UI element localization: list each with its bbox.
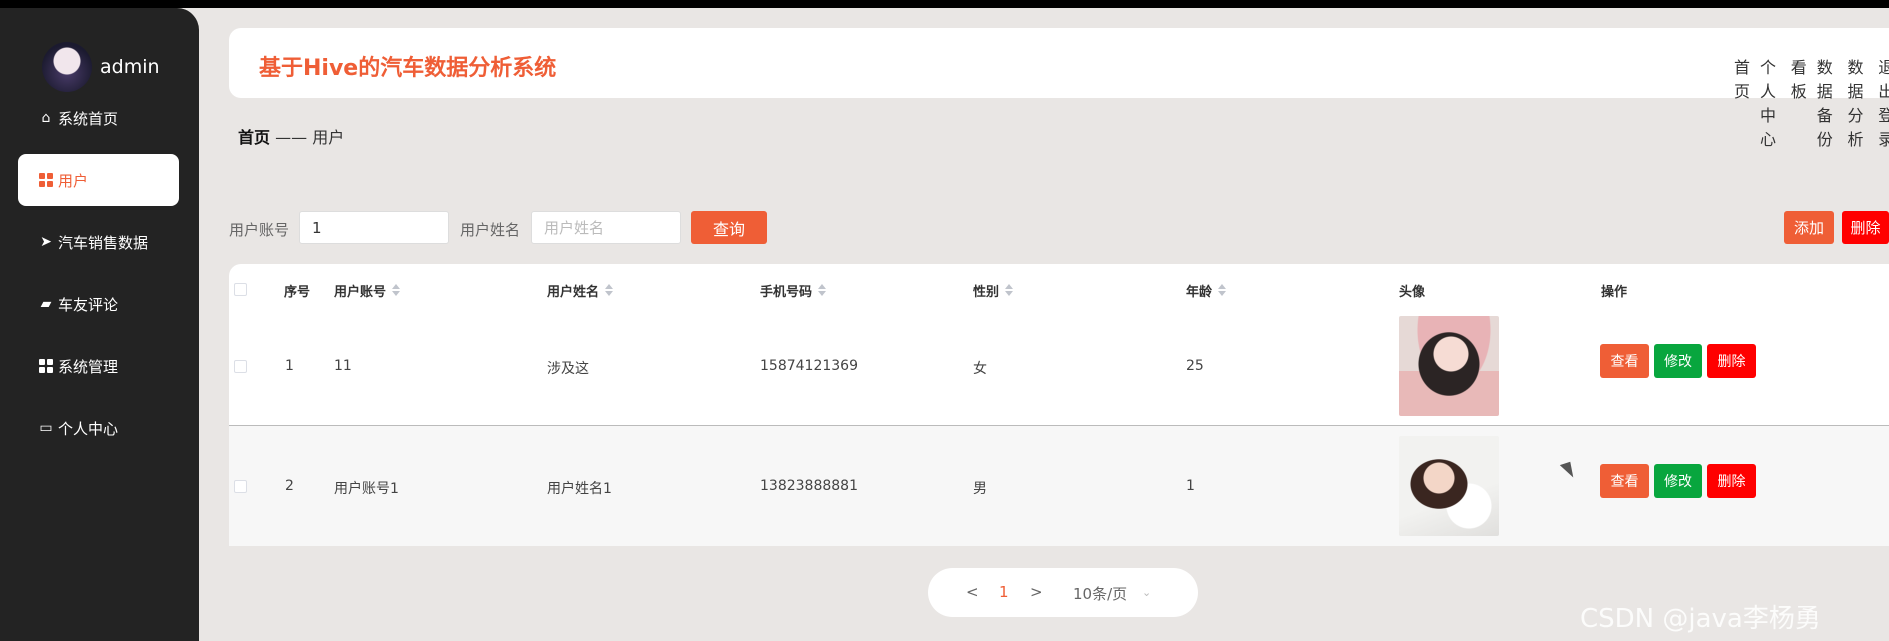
home-icon: ⌂ <box>41 110 51 126</box>
cell-gender: 男 <box>973 481 987 497</box>
nav-analysis[interactable]: 数据分析 <box>1848 54 1869 150</box>
sort-icon[interactable] <box>818 284 827 296</box>
sidebar-item-profile[interactable]: ▭ 个人中心 <box>18 402 179 454</box>
sort-icon[interactable] <box>605 284 614 296</box>
col-avatar: 头像 <box>1399 284 1426 300</box>
account-label: 用户账号 <box>229 221 290 239</box>
prev-page-button[interactable]: < <box>966 583 979 601</box>
avatar[interactable] <box>42 42 92 92</box>
view-button[interactable]: 查看 <box>1600 464 1649 498</box>
nav-logout[interactable]: 退出登录 <box>1878 54 1889 150</box>
next-page-button[interactable]: > <box>1030 583 1043 601</box>
breadcrumb: 首页 —— 用户 <box>238 124 344 148</box>
table-row: 1 11 涉及这 15874121369 女 25 查看 修改 删除 <box>229 306 1889 426</box>
cell-age: 25 <box>1186 358 1204 374</box>
select-all-checkbox[interactable] <box>234 283 247 296</box>
delete-button[interactable]: 删除 <box>1707 464 1756 498</box>
sidebar-item-label: 系统首页 <box>58 109 119 128</box>
sidebar-item-car-sales[interactable]: ➤ 汽车销售数据 <box>18 216 179 268</box>
sidebar-item-users[interactable]: 用户 <box>18 154 179 206</box>
col-gender[interactable]: 性别 <box>973 278 1014 302</box>
sidebar-item-label: 系统管理 <box>58 357 119 376</box>
row-checkbox[interactable] <box>234 480 247 493</box>
sort-icon[interactable] <box>1218 284 1227 296</box>
sort-icon[interactable] <box>1005 284 1014 296</box>
header: 基于Hive的汽车数据分析系统 首页 个人中心 看板 数据备份 数据分析 退出登… <box>229 28 1889 149</box>
account-input[interactable] <box>299 211 449 244</box>
sidebar-item-label: 用户 <box>58 171 89 190</box>
watermark: CSDN @java李杨勇 <box>1580 604 1821 634</box>
col-age[interactable]: 年龄 <box>1186 278 1227 302</box>
col-phone[interactable]: 手机号码 <box>760 278 827 302</box>
username: admin <box>100 56 160 78</box>
sidebar: admin ⌂ 系统首页 用户 ➤ 汽车销售数据 ▰ 车友评论 系统管理 ▭ 个… <box>0 8 199 641</box>
cell-account: 用户账号1 <box>334 481 399 497</box>
sidebar-item-label: 汽车销售数据 <box>58 233 149 252</box>
nav-profile[interactable]: 个人中心 <box>1760 54 1781 150</box>
top-nav: 首页 个人中心 看板 数据备份 数据分析 退出登录 <box>1734 54 1889 150</box>
edit-button[interactable]: 修改 <box>1654 464 1702 498</box>
view-button[interactable]: 查看 <box>1600 344 1649 378</box>
breadcrumb-home[interactable]: 首页 <box>238 128 270 147</box>
paper-plane-icon: ➤ <box>40 234 52 250</box>
col-name[interactable]: 用户姓名 <box>547 278 614 302</box>
cell-name: 用户姓名1 <box>547 481 612 497</box>
sidebar-item-label: 个人中心 <box>58 419 119 438</box>
cell-name: 涉及这 <box>547 361 589 377</box>
add-button[interactable]: 添加 <box>1784 211 1834 244</box>
pagination: < 1 > 10条/页 ⌄ <box>928 568 1198 617</box>
app: admin ⌂ 系统首页 用户 ➤ 汽车销售数据 ▰ 车友评论 系统管理 ▭ 个… <box>0 8 1889 641</box>
cell-index: 2 <box>285 478 294 494</box>
nav-backup[interactable]: 数据备份 <box>1817 54 1838 150</box>
page-size-select[interactable]: 10条/页 <box>1073 583 1127 604</box>
col-actions: 操作 <box>1601 284 1628 300</box>
cell-account: 11 <box>334 358 352 374</box>
breadcrumb-separator: —— <box>275 128 308 147</box>
user-avatar-image[interactable] <box>1399 436 1499 536</box>
name-label: 用户姓名 <box>460 221 521 239</box>
row-checkbox[interactable] <box>234 360 247 373</box>
table-row: 2 用户账号1 用户姓名1 13823888881 男 1 查看 修改 删除 <box>229 426 1889 546</box>
delete-button[interactable]: 删除 <box>1707 344 1756 378</box>
col-index: 序号 <box>284 284 311 300</box>
user-table: 序号 用户账号 用户姓名 手机号码 性别 年龄 头像 操作 1 11 涉及这 1… <box>229 264 1889 546</box>
grid-icon <box>37 357 55 375</box>
sidebar-item-system[interactable]: 系统管理 <box>18 340 179 392</box>
edit-button[interactable]: 修改 <box>1654 344 1702 378</box>
col-account[interactable]: 用户账号 <box>334 278 401 302</box>
sort-icon[interactable] <box>392 284 401 296</box>
breadcrumb-current: 用户 <box>312 128 345 147</box>
wallet-icon: ▭ <box>39 420 53 436</box>
cell-gender: 女 <box>973 361 987 377</box>
nav-dashboard[interactable]: 看板 <box>1791 54 1807 150</box>
sidebar-item-label: 车友评论 <box>58 295 119 314</box>
sidebar-item-comments[interactable]: ▰ 车友评论 <box>18 278 179 330</box>
current-page[interactable]: 1 <box>999 583 1009 601</box>
sidebar-item-home[interactable]: ⌂ 系统首页 <box>18 92 179 144</box>
user-avatar-image[interactable] <box>1399 316 1499 416</box>
cell-phone: 15874121369 <box>760 358 858 374</box>
batch-delete-button[interactable]: 删除 <box>1842 211 1889 244</box>
page-title: 基于Hive的汽车数据分析系统 <box>259 56 557 81</box>
query-button[interactable]: 查询 <box>691 211 767 244</box>
name-input[interactable] <box>531 211 681 244</box>
nav-home[interactable]: 首页 <box>1734 54 1750 150</box>
briefcase-icon: ▰ <box>40 296 52 312</box>
cell-index: 1 <box>285 358 294 374</box>
chevron-down-icon[interactable]: ⌄ <box>1142 586 1151 599</box>
cell-phone: 13823888881 <box>760 478 858 494</box>
grid-icon <box>37 171 55 189</box>
cell-age: 1 <box>1186 478 1195 494</box>
